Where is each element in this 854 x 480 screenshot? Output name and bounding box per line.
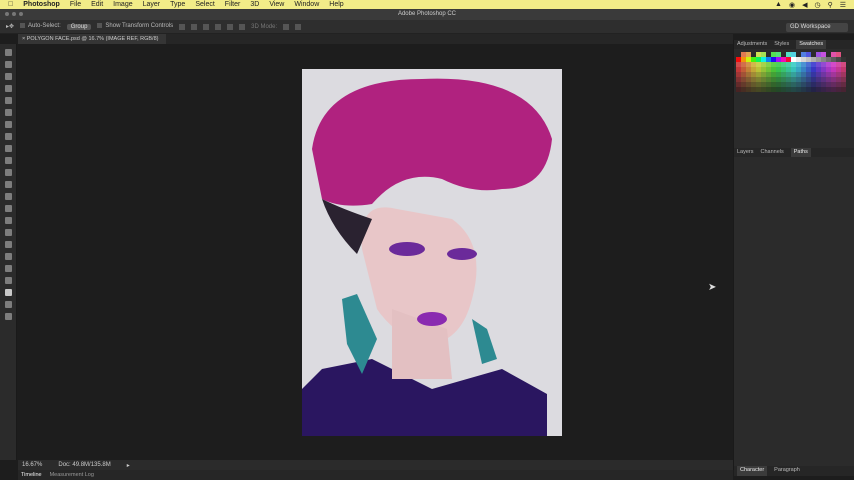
transform-checkbox[interactable]: Show Transform Controls bbox=[97, 23, 173, 30]
window-controls[interactable] bbox=[5, 12, 23, 16]
gradient-tool-icon[interactable] bbox=[4, 181, 12, 188]
brush-tool-icon[interactable] bbox=[4, 133, 12, 140]
tab-adjustments[interactable]: Adjustments bbox=[737, 40, 767, 49]
shape-tool-icon[interactable] bbox=[4, 253, 12, 260]
document-tab[interactable]: × POLYGON FACE.psd @ 16.7% (IMAGE REF, R… bbox=[18, 34, 167, 44]
status-bar: 16.67% Doc: 49.8M/135.8M ▸ bbox=[18, 460, 733, 470]
tab-paths[interactable]: Paths bbox=[790, 148, 811, 157]
mouse-cursor-icon: ➤ bbox=[708, 282, 717, 293]
menu-photoshop[interactable]: Photoshop bbox=[23, 1, 60, 8]
menu-3d[interactable]: 3D bbox=[250, 1, 259, 8]
window-title: Adobe Photoshop CC bbox=[397, 11, 457, 17]
tab-swatches[interactable]: Swatches bbox=[796, 40, 827, 49]
lasso-tool-icon[interactable] bbox=[4, 73, 12, 80]
canvas-image[interactable] bbox=[302, 69, 562, 436]
align-icon[interactable] bbox=[179, 23, 186, 30]
zoom-tool-icon[interactable] bbox=[4, 277, 12, 284]
zoom-level[interactable]: 16.67% bbox=[22, 462, 42, 468]
doc-size: Doc: 49.8M/135.8M bbox=[58, 462, 111, 468]
3d-mode-label: 3D Mode: bbox=[251, 23, 278, 30]
pen-tool-icon[interactable] bbox=[4, 217, 12, 224]
history-brush-icon[interactable] bbox=[4, 157, 12, 164]
align-icon[interactable] bbox=[215, 23, 222, 30]
crop-tool-icon[interactable] bbox=[4, 97, 12, 104]
3d-pan-icon[interactable] bbox=[295, 23, 302, 30]
blur-tool-icon[interactable] bbox=[4, 193, 12, 200]
search-icon[interactable]: ⚲ bbox=[828, 1, 833, 9]
tab-channels[interactable]: Channels bbox=[761, 148, 784, 157]
tab-layers[interactable]: Layers bbox=[737, 148, 754, 157]
align-icon[interactable] bbox=[203, 23, 210, 30]
3d-rotate-icon[interactable] bbox=[283, 23, 290, 30]
swatch[interactable] bbox=[841, 87, 846, 92]
panel-tabs-bottom: Character Paragraph bbox=[734, 466, 854, 476]
volume-icon[interactable]: ◀ bbox=[802, 1, 807, 9]
wifi-icon[interactable]: ◉ bbox=[789, 1, 795, 9]
workspace-dropdown[interactable]: GD Workspace bbox=[786, 23, 848, 32]
tab-paragraph[interactable]: Paragraph bbox=[774, 466, 800, 476]
color-swatch-icon[interactable] bbox=[4, 289, 12, 296]
auto-select-checkbox[interactable]: Auto-Select: bbox=[20, 23, 61, 30]
menu-filter[interactable]: Filter bbox=[225, 1, 241, 8]
menu-image[interactable]: Image bbox=[113, 1, 132, 8]
auto-select-dropdown[interactable]: Group bbox=[66, 23, 92, 30]
path-select-icon[interactable] bbox=[4, 241, 12, 248]
eyedropper-icon[interactable] bbox=[4, 109, 12, 116]
drive-icon[interactable]: ▲ bbox=[775, 1, 782, 8]
status-menu-arrow-icon[interactable]: ▸ bbox=[127, 462, 130, 469]
portrait-image bbox=[302, 69, 562, 436]
stamp-tool-icon[interactable] bbox=[4, 145, 12, 152]
tab-measurement-log[interactable]: Measurement Log bbox=[50, 472, 94, 478]
move-tool-icon[interactable]: ▸✥ bbox=[6, 23, 14, 30]
healing-brush-icon[interactable] bbox=[4, 121, 12, 128]
bottom-tabs: Timeline Measurement Log bbox=[18, 470, 733, 480]
apple-icon[interactable]:  bbox=[8, 1, 13, 8]
menu-select[interactable]: Select bbox=[195, 1, 214, 8]
type-tool-icon[interactable] bbox=[4, 229, 12, 236]
menu-help[interactable]: Help bbox=[329, 1, 343, 8]
menu-layer[interactable]: Layer bbox=[143, 1, 161, 8]
tab-character[interactable]: Character bbox=[737, 466, 768, 476]
list-icon[interactable]: ☰ bbox=[840, 1, 846, 9]
distribute-icon[interactable] bbox=[239, 23, 246, 30]
swatches-grid bbox=[734, 49, 854, 95]
tab-timeline[interactable]: Timeline bbox=[21, 472, 42, 478]
menu-edit[interactable]: Edit bbox=[91, 1, 103, 8]
marquee-tool-icon[interactable] bbox=[4, 61, 12, 68]
right-panel: Adjustments Styles Swatches Layers Chann… bbox=[733, 40, 854, 476]
clock-icon[interactable]: ◷ bbox=[814, 1, 820, 9]
toolbar bbox=[0, 44, 17, 460]
menu-window[interactable]: Window bbox=[294, 1, 319, 8]
eraser-icon[interactable] bbox=[4, 169, 12, 176]
distribute-icon[interactable] bbox=[227, 23, 234, 30]
menu-type[interactable]: Type bbox=[170, 1, 185, 8]
panel-tabs-top: Adjustments Styles Swatches bbox=[734, 40, 854, 49]
menu-bar:  Photoshop File Edit Image Layer Type S… bbox=[0, 0, 854, 9]
move-tool-icon[interactable] bbox=[4, 49, 12, 56]
menu-view[interactable]: View bbox=[269, 1, 284, 8]
options-bar: ▸✥ Auto-Select: Group Show Transform Con… bbox=[0, 20, 854, 34]
hand-tool-icon[interactable] bbox=[4, 265, 12, 272]
title-bar: Adobe Photoshop CC bbox=[0, 9, 854, 20]
magic-wand-icon[interactable] bbox=[4, 85, 12, 92]
screen-mode-icon[interactable] bbox=[4, 313, 12, 320]
document-tabs: × POLYGON FACE.psd @ 16.7% (IMAGE REF, R… bbox=[18, 34, 733, 44]
status-icons: ▲ ◉ ◀ ◷ ⚲ ☰ bbox=[775, 0, 846, 9]
menu-file[interactable]: File bbox=[70, 1, 81, 8]
quick-mask-icon[interactable] bbox=[4, 301, 12, 308]
dodge-tool-icon[interactable] bbox=[4, 205, 12, 212]
panel-tabs-mid: Layers Channels Paths bbox=[734, 148, 854, 157]
tab-styles[interactable]: Styles bbox=[774, 40, 789, 49]
align-icon[interactable] bbox=[191, 23, 198, 30]
